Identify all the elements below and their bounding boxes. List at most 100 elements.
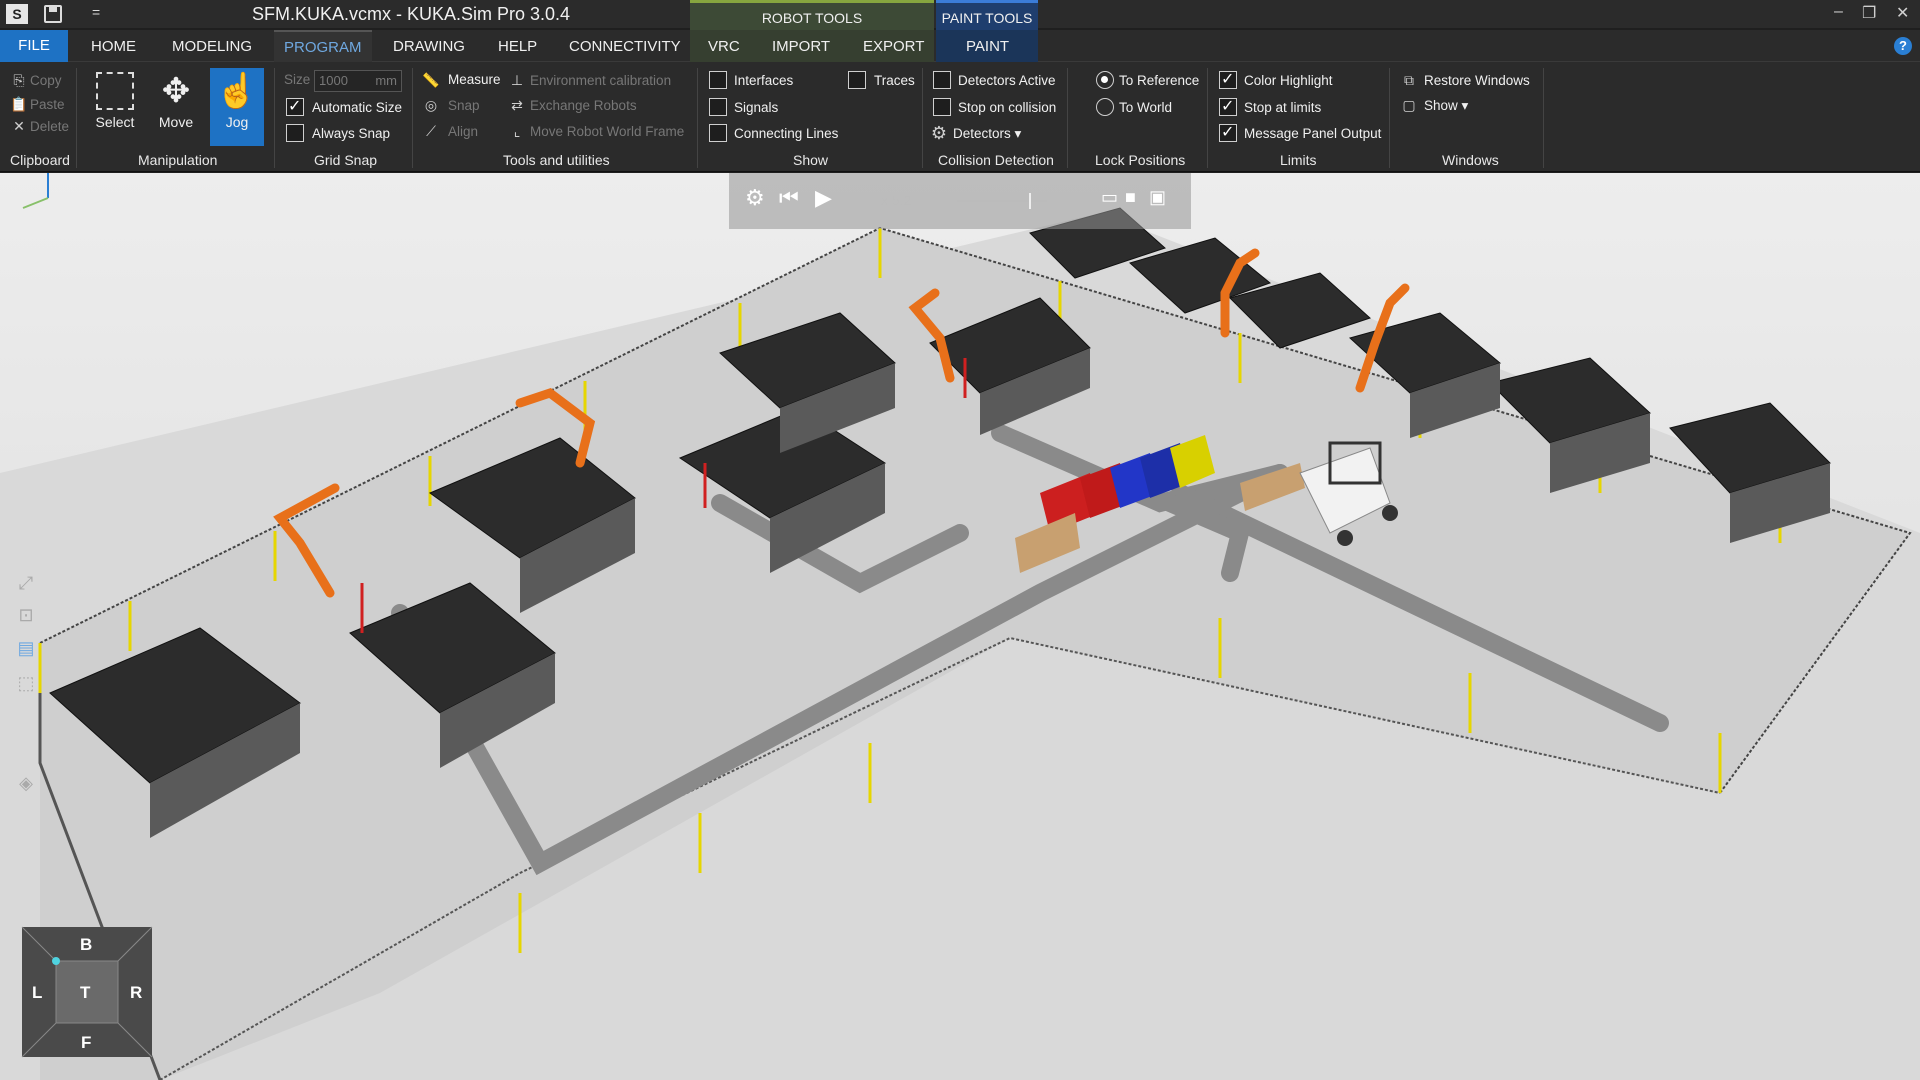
restore-windows-icon: ⧉ bbox=[1404, 72, 1414, 88]
snap-button[interactable]: Snap bbox=[448, 98, 480, 113]
align-button[interactable]: Align bbox=[448, 124, 478, 139]
environment-calibration-button[interactable]: Environment calibration bbox=[530, 73, 671, 88]
tab-export[interactable]: EXPORT bbox=[863, 38, 924, 55]
minimize-button[interactable]: – bbox=[1834, 3, 1843, 21]
signals-checkbox[interactable] bbox=[709, 98, 727, 116]
connecting-lines-checkbox[interactable] bbox=[709, 124, 727, 142]
align-icon: ⟋ bbox=[426, 123, 436, 139]
to-reference-label: To Reference bbox=[1119, 73, 1200, 88]
record-video-icon[interactable]: ■ bbox=[1125, 187, 1136, 208]
to-world-radio[interactable] bbox=[1096, 98, 1114, 116]
select-label: Select bbox=[95, 114, 135, 130]
view-mode-icon[interactable]: ▤ bbox=[12, 638, 40, 662]
tab-modeling[interactable]: MODELING bbox=[172, 38, 252, 55]
traces-label: Traces bbox=[874, 73, 915, 88]
delete-button[interactable]: Delete bbox=[30, 119, 69, 134]
restore-windows-button[interactable]: Restore Windows bbox=[1424, 73, 1530, 88]
automatic-size-label: Automatic Size bbox=[312, 100, 403, 115]
automatic-size-checkbox[interactable] bbox=[286, 96, 304, 116]
detectors-active-label: Detectors Active bbox=[958, 73, 1056, 88]
cube-face-right[interactable]: R bbox=[130, 983, 142, 1003]
move-button[interactable]: ✥ Move bbox=[149, 68, 203, 146]
size-input[interactable]: 1000 mm bbox=[314, 70, 402, 92]
collision-group-label: Collision Detection bbox=[938, 152, 1054, 168]
detectors-active-checkbox[interactable] bbox=[933, 71, 951, 89]
export-pdf-icon[interactable]: ▭ bbox=[1101, 187, 1118, 208]
help-icon[interactable]: ? bbox=[1894, 37, 1912, 55]
title-bar: S = SFM.KUKA.vcmx - KUKA.Sim Pro 3.0.4 R… bbox=[0, 0, 1920, 30]
to-world-label: To World bbox=[1119, 100, 1173, 115]
tools-group-label: Tools and utilities bbox=[503, 152, 610, 168]
message-panel-output-checkbox[interactable] bbox=[1219, 122, 1237, 142]
move-icon: ✥ bbox=[161, 72, 191, 110]
tab-file[interactable]: FILE bbox=[0, 30, 68, 62]
select-button[interactable]: Select bbox=[88, 68, 142, 146]
factory-scene bbox=[0, 207, 1920, 1080]
speed-slider-track[interactable] bbox=[957, 200, 1047, 202]
always-snap-checkbox[interactable] bbox=[286, 124, 304, 142]
paste-icon: 📋 bbox=[10, 96, 28, 112]
quick-access-menu-icon[interactable]: = bbox=[92, 4, 100, 20]
robot-tools-context-tab: ROBOT TOOLS bbox=[690, 0, 934, 30]
snapshot-icon[interactable]: ▣ bbox=[1149, 187, 1166, 208]
tab-import[interactable]: IMPORT bbox=[772, 38, 830, 55]
rewind-icon[interactable]: ⏮ bbox=[779, 185, 799, 211]
stop-on-collision-checkbox[interactable] bbox=[933, 98, 951, 116]
jog-button[interactable]: ☝ Jog bbox=[210, 68, 264, 146]
speed-slider-handle[interactable] bbox=[1029, 193, 1031, 209]
view-toolbar: ⤢ ⊡ ▤ ⬚ ◈ bbox=[12, 483, 48, 793]
traces-checkbox[interactable] bbox=[848, 71, 866, 89]
cube-face-left[interactable]: L bbox=[32, 983, 42, 1003]
play-icon[interactable]: ▶ bbox=[815, 185, 832, 211]
cube-face-top[interactable]: T bbox=[80, 983, 90, 1003]
always-snap-label: Always Snap bbox=[312, 126, 391, 141]
manipulation-group-label: Manipulation bbox=[138, 152, 218, 168]
zoom-selection-icon[interactable]: ⊡ bbox=[12, 605, 40, 629]
copy-button[interactable]: Copy bbox=[30, 73, 62, 88]
detectors-dropdown[interactable]: Detectors ▾ bbox=[953, 126, 1021, 142]
separator bbox=[1389, 68, 1390, 168]
navigation-cube[interactable]: T B F L R bbox=[18, 923, 156, 1061]
size-value: 1000 bbox=[319, 73, 348, 88]
separator bbox=[697, 68, 698, 168]
zoom-fit-icon[interactable]: ⤢ bbox=[12, 573, 40, 597]
tab-program[interactable]: PROGRAM bbox=[274, 30, 372, 62]
exchange-robots-icon: ⇄ bbox=[511, 97, 523, 113]
size-unit: mm bbox=[375, 73, 397, 88]
paste-button[interactable]: Paste bbox=[30, 97, 65, 112]
render-mode-icon[interactable]: ◈ bbox=[12, 773, 40, 797]
delete-icon: ✕ bbox=[13, 118, 25, 134]
exchange-robots-button[interactable]: Exchange Robots bbox=[530, 98, 637, 113]
axis-indicator bbox=[22, 173, 49, 209]
interfaces-checkbox[interactable] bbox=[709, 71, 727, 89]
separator bbox=[274, 68, 275, 168]
tab-paint[interactable]: PAINT bbox=[966, 38, 1009, 55]
copy-icon: ⎘ bbox=[13, 72, 25, 88]
app-logo-icon[interactable]: S bbox=[6, 4, 28, 24]
ribbon: ⎘ Copy 📋 Paste ✕ Delete Clipboard Select… bbox=[0, 62, 1920, 172]
tab-help[interactable]: HELP bbox=[498, 38, 537, 55]
close-button[interactable]: ✕ bbox=[1896, 3, 1909, 23]
calibration-icon: ⊥ bbox=[510, 72, 524, 88]
to-reference-radio[interactable] bbox=[1096, 71, 1114, 89]
projection-icon[interactable]: ⬚ bbox=[12, 673, 40, 697]
limits-group-label: Limits bbox=[1280, 152, 1317, 168]
cube-face-front[interactable]: F bbox=[81, 1033, 91, 1053]
color-highlight-checkbox[interactable] bbox=[1219, 69, 1237, 89]
settings-gear-icon[interactable]: ⚙ bbox=[745, 185, 765, 211]
measure-button[interactable]: Measure bbox=[448, 72, 501, 87]
separator bbox=[1207, 68, 1208, 168]
tab-home[interactable]: HOME bbox=[91, 38, 136, 55]
restore-button[interactable]: ❐ bbox=[1862, 3, 1876, 23]
tab-vrc[interactable]: VRC bbox=[708, 38, 740, 55]
move-robot-world-frame-button[interactable]: Move Robot World Frame bbox=[530, 124, 684, 139]
stop-at-limits-checkbox[interactable] bbox=[1219, 96, 1237, 116]
3d-viewport[interactable]: ⚙ ⏮ ▶ x 5.2 ▭ ■ ▣ ⤢ ⊡ ▤ ⬚ ◈ T B F L R bbox=[0, 173, 1920, 1080]
show-windows-dropdown[interactable]: Show ▾ bbox=[1424, 98, 1468, 114]
save-icon[interactable] bbox=[44, 5, 62, 23]
tab-connectivity[interactable]: CONNECTIVITY bbox=[569, 38, 681, 55]
cube-face-back[interactable]: B bbox=[80, 935, 92, 955]
tab-drawing[interactable]: DRAWING bbox=[393, 38, 465, 55]
separator bbox=[412, 68, 413, 168]
show-windows-icon: ▢ bbox=[1402, 97, 1416, 113]
